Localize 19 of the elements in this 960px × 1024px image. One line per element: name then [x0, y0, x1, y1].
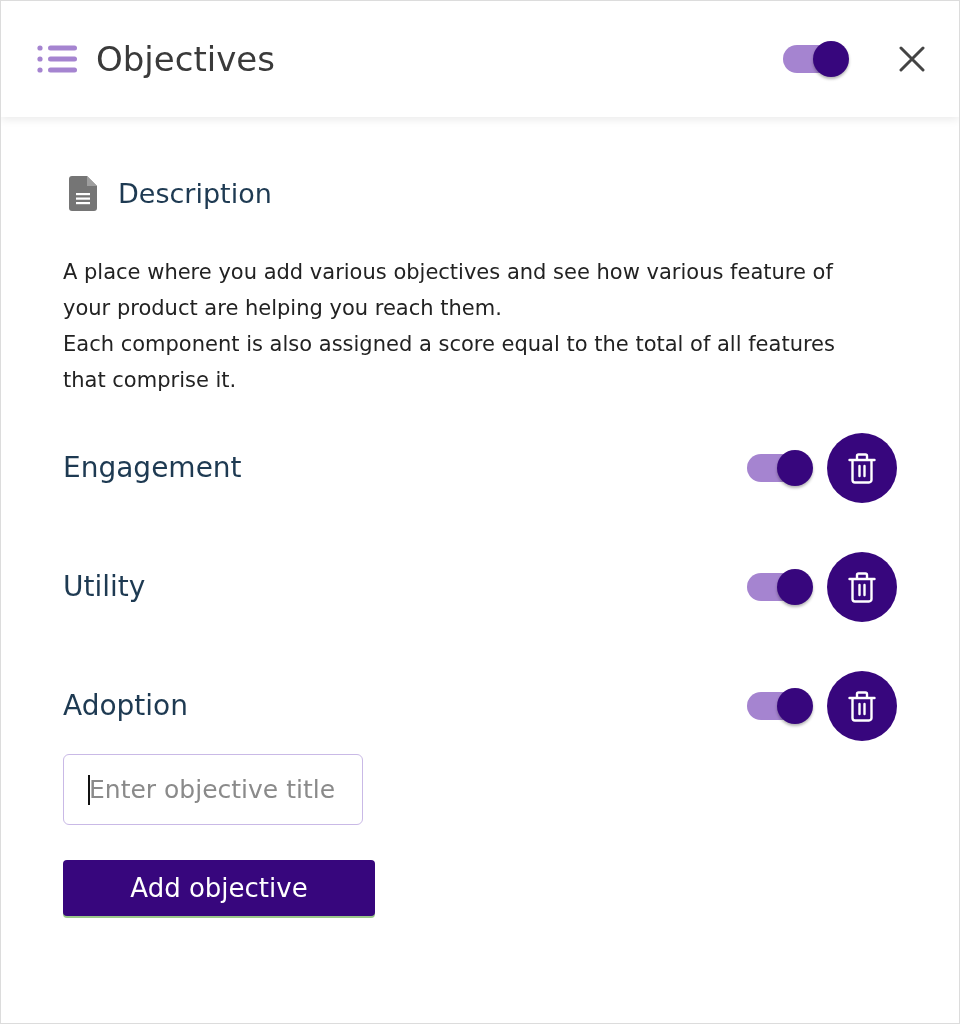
description-text: Each component is also assigned a score equal to the total of all features that comprise it. — [63, 331, 836, 394]
toggle-switch[interactable] — [747, 450, 813, 486]
toggle-switch[interactable] — [783, 41, 849, 77]
trash-icon — [848, 571, 876, 603]
add-objective-button[interactable]: Add objective — [63, 860, 375, 916]
description-text: A place where you add various objectives and see how various feature of your product are helping you reach them. — [63, 259, 835, 322]
section-heading: Description — [118, 179, 272, 207]
trash-icon — [848, 690, 876, 722]
objective-title: Engagement — [63, 450, 242, 486]
close-icon — [899, 46, 925, 72]
objective-title: Adoption — [63, 688, 188, 724]
list-icon — [37, 45, 77, 73]
toggle-switch[interactable] — [747, 688, 813, 724]
document-icon — [69, 175, 97, 211]
trash-icon — [848, 452, 876, 484]
objective-title: Utility — [63, 569, 146, 605]
panel-title: Objectives — [96, 42, 275, 76]
objective-title-field[interactable]: Enter objective title — [63, 754, 363, 825]
toggle-switch[interactable] — [747, 569, 813, 605]
